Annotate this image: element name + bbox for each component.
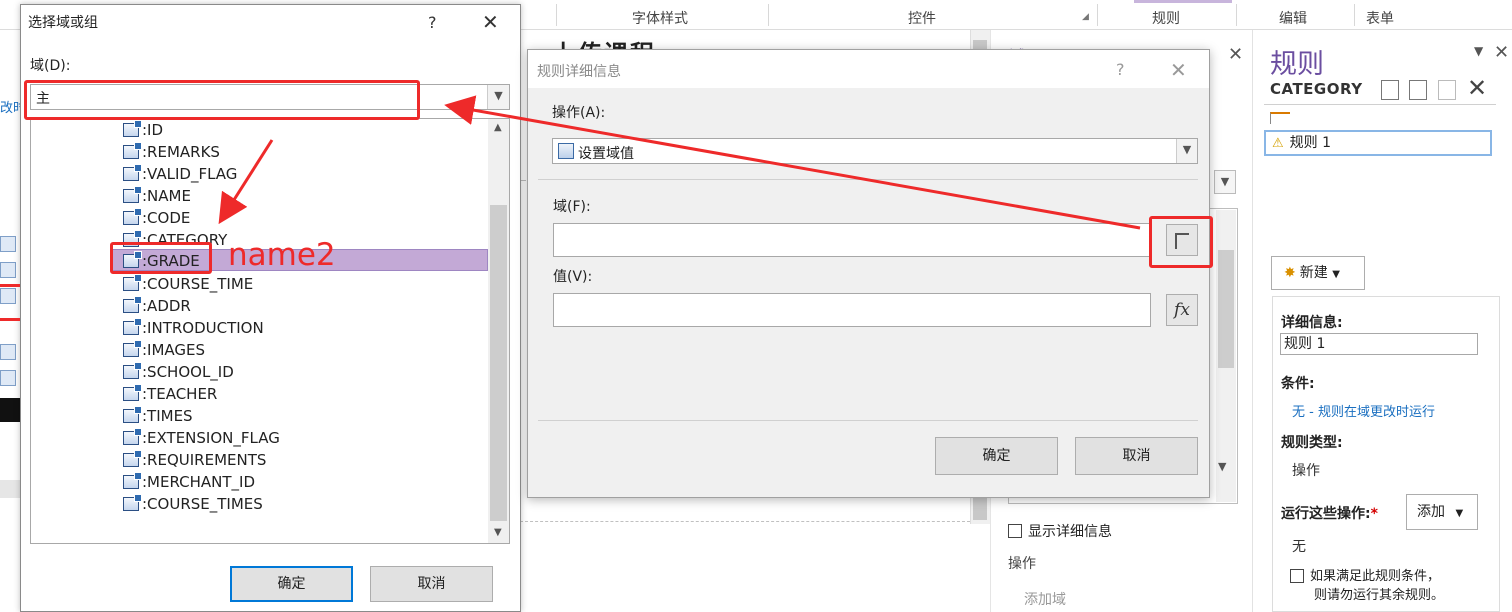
annotation-arrow-to-grade xyxy=(218,139,274,225)
annotation-arrow-to-domain xyxy=(444,95,1141,230)
annotation-arrows xyxy=(218,95,1141,230)
